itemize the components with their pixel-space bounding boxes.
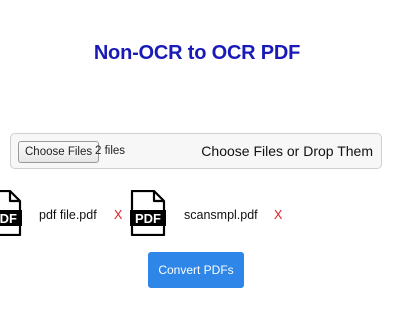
pdf-file-icon: PDF <box>130 190 166 236</box>
drop-hint-text: Choose Files or Drop Them <box>201 143 373 159</box>
pdf-icon-label: PDF <box>0 211 17 226</box>
remove-file-button[interactable]: X <box>274 208 282 222</box>
page: Non-OCR to OCR PDF Choose Files 2 files … <box>0 0 394 330</box>
file-drop-zone[interactable]: Choose Files 2 files Choose Files or Dro… <box>10 133 382 169</box>
page-title: Non-OCR to OCR PDF <box>93 42 301 64</box>
convert-pdfs-button[interactable]: Convert PDFs <box>148 252 244 288</box>
file-count-text: 2 files <box>95 145 126 157</box>
file-item: PDF scansmpl.pdf X <box>130 190 300 240</box>
remove-file-button[interactable]: X <box>114 208 122 222</box>
pdf-icon-label: PDF <box>135 211 161 226</box>
file-name: pdf file.pdf <box>39 208 97 222</box>
file-item: PDF pdf file.pdf X <box>0 190 140 240</box>
pdf-file-icon: PDF <box>0 190 22 236</box>
file-name: scansmpl.pdf <box>184 208 258 222</box>
choose-files-button[interactable]: Choose Files <box>18 141 100 163</box>
